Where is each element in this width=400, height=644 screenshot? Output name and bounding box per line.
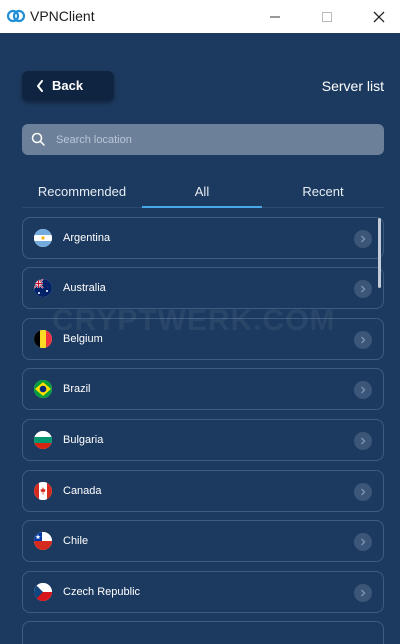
flag-brazil-icon <box>34 380 52 398</box>
title-bar: VPNClient <box>0 0 400 33</box>
tab-recommended[interactable]: Recommended <box>22 180 142 208</box>
tab-all[interactable]: All <box>142 180 262 208</box>
maximize-button[interactable] <box>304 0 350 33</box>
chevron-right-icon[interactable] <box>354 381 372 399</box>
flag-bulgaria-icon <box>34 431 52 449</box>
server-list[interactable]: Argentina Australia Belgium Brazil Bulga… <box>22 217 384 644</box>
flag-canada-icon <box>34 482 52 500</box>
list-item[interactable]: Chile <box>22 520 384 562</box>
chevron-right-icon[interactable] <box>354 280 372 298</box>
list-item[interactable]: Australia <box>22 267 384 309</box>
flag-australia-icon <box>34 279 52 297</box>
close-icon <box>373 11 385 22</box>
country-name: Canada <box>63 485 102 497</box>
country-name: Australia <box>63 282 106 294</box>
list-item[interactable]: Czech Republic <box>22 571 384 613</box>
chevron-right-icon[interactable] <box>354 432 372 450</box>
country-name: Czech Republic <box>63 586 141 598</box>
country-name: Brazil <box>63 383 91 395</box>
search-icon <box>31 132 45 146</box>
list-scrollbar[interactable] <box>378 218 381 288</box>
search-box[interactable] <box>22 124 384 155</box>
list-item[interactable]: Brazil <box>22 368 384 410</box>
app-title: VPNClient <box>30 8 95 24</box>
vpnclient-logo-icon <box>7 9 25 23</box>
list-item[interactable]: Argentina <box>22 217 384 259</box>
country-name: Chile <box>63 535 89 547</box>
maximize-icon <box>322 11 332 22</box>
chevron-left-icon <box>37 80 43 92</box>
flag-chile-icon <box>34 532 52 550</box>
flag-belgium-icon <box>34 330 52 348</box>
minimize-button[interactable] <box>252 0 298 33</box>
chevron-right-icon[interactable] <box>354 483 372 501</box>
active-tab-indicator <box>142 206 262 208</box>
close-button[interactable] <box>356 0 400 33</box>
page-title: Server list <box>321 78 384 94</box>
chevron-right-icon[interactable] <box>354 230 372 248</box>
chevron-right-icon[interactable] <box>354 533 372 551</box>
flag-argentina-icon <box>34 229 52 247</box>
tab-bar: Recommended All Recent <box>22 180 384 210</box>
back-button[interactable]: Back <box>22 71 114 101</box>
list-item[interactable] <box>22 621 384 644</box>
flag-czech-republic-icon <box>34 583 52 601</box>
tab-recent[interactable]: Recent <box>262 180 384 208</box>
minimize-icon <box>270 16 280 17</box>
watermark: CRYPTWERK.COM <box>52 304 336 337</box>
chevron-right-icon[interactable] <box>354 584 372 602</box>
list-item[interactable]: Canada <box>22 470 384 512</box>
country-name: Argentina <box>63 232 111 244</box>
search-input[interactable] <box>56 129 366 150</box>
back-button-label: Back <box>52 78 84 93</box>
list-item[interactable]: Bulgaria <box>22 419 384 461</box>
country-name: Bulgaria <box>63 434 104 446</box>
chevron-right-icon[interactable] <box>354 331 372 349</box>
